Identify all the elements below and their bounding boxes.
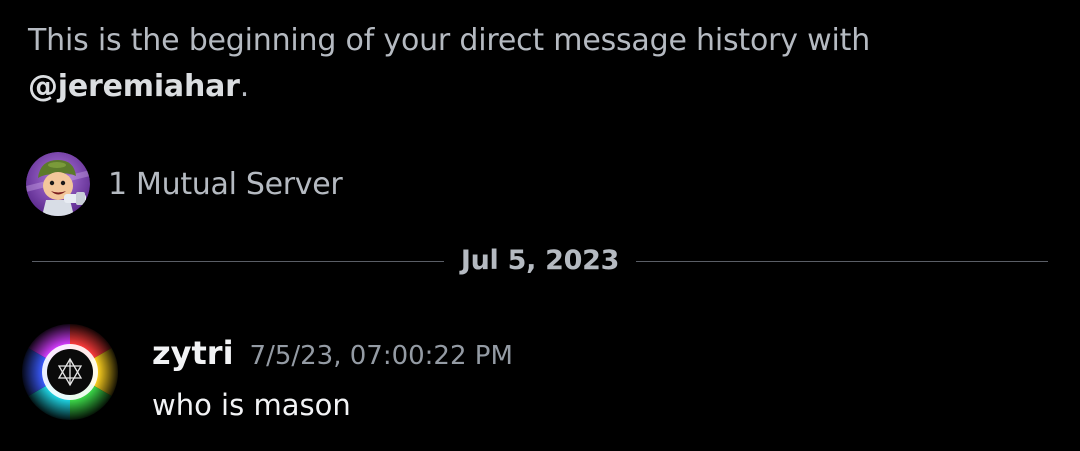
dm-welcome-text: This is the beginning of your direct mes… bbox=[28, 18, 1028, 110]
divider-date: Jul 5, 2023 bbox=[460, 245, 620, 276]
message-author[interactable]: zytri bbox=[152, 334, 234, 372]
server-icon[interactable] bbox=[26, 152, 90, 216]
rainbow-star-avatar-icon bbox=[20, 322, 120, 422]
dm-channel-view: This is the beginning of your direct mes… bbox=[0, 0, 1080, 451]
date-divider: Jul 5, 2023 bbox=[32, 242, 1048, 280]
mutual-servers-button[interactable]: 1 Mutual Server bbox=[26, 152, 343, 216]
mutual-servers-label: 1 Mutual Server bbox=[108, 166, 343, 202]
message-header: zytri 7/5/23, 07:00:22 PM bbox=[152, 334, 513, 372]
welcome-suffix: . bbox=[239, 69, 250, 104]
user-mention[interactable]: @jeremiahar bbox=[28, 69, 240, 104]
divider-line-right bbox=[636, 261, 1048, 262]
message-timestamp: 7/5/23, 07:00:22 PM bbox=[249, 341, 513, 371]
welcome-prefix: This is the beginning of your direct mes… bbox=[28, 23, 871, 58]
message-content: who is mason bbox=[152, 388, 351, 422]
avatar[interactable] bbox=[20, 322, 120, 422]
message-item: zytri 7/5/23, 07:00:22 PM who is mason bbox=[20, 322, 1060, 432]
divider-line-left bbox=[32, 261, 444, 262]
soldier-mascot-icon bbox=[26, 152, 90, 216]
